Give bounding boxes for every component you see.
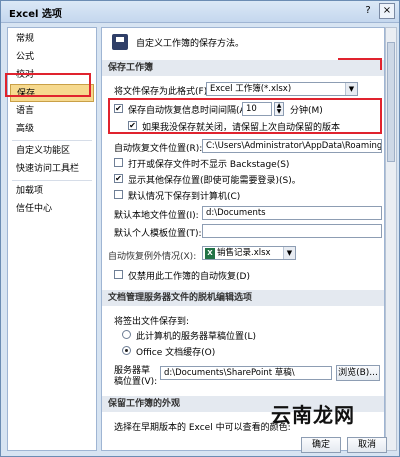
chevron-down-icon: ▼: [345, 83, 357, 95]
excel-file-icon: X: [205, 248, 215, 259]
help-button[interactable]: ?: [361, 3, 375, 19]
chevron-down-icon: ▼: [283, 247, 295, 259]
browse-button[interactable]: 浏览(B)...: [336, 365, 380, 381]
sidebar-item-advanced[interactable]: 高级: [10, 120, 94, 138]
cancel-button[interactable]: 取消: [347, 437, 387, 453]
disable-autorecover-label: 仅禁用此工作簿的自动恢复(D): [128, 272, 250, 282]
scroll-thumb[interactable]: [387, 42, 395, 162]
server-drafts-radio[interactable]: [122, 330, 131, 339]
disable-autorecover-checkbox[interactable]: [114, 270, 123, 279]
autorecover-location-input[interactable]: C:\Users\Administrator\AppData\Roaming\: [202, 139, 382, 153]
header-highlight-box: [338, 58, 382, 70]
show-places-checkbox[interactable]: ✔: [114, 174, 123, 183]
save-highlight-box: [5, 73, 91, 97]
save-format-select[interactable]: Excel 工作簿(*.xlsx) ▼: [206, 82, 358, 96]
sidebar-divider: [12, 140, 92, 141]
default-computer-checkbox[interactable]: [114, 190, 123, 199]
sidebar-item-formulas[interactable]: 公式: [10, 48, 94, 66]
office-cache-label: Office 文档缓存(O): [136, 348, 216, 358]
sidebar-item-addins[interactable]: 加载项: [10, 182, 94, 200]
default-local-label: 默认本地文件位置(I):: [114, 211, 199, 221]
window-title: Excel 选项: [9, 9, 62, 20]
no-backstage-checkbox[interactable]: [114, 158, 123, 167]
server-drafts-label: 此计算机的服务器草稿位置(L): [136, 332, 257, 342]
sidebar-item-general[interactable]: 常规: [10, 30, 94, 48]
exception-workbook-select[interactable]: X 销售记录.xlsx ▼: [202, 246, 296, 260]
server-drafts-location-input[interactable]: d:\Documents\SharePoint 草稿\: [160, 366, 332, 380]
sidebar-item-quick-access[interactable]: 快速访问工具栏: [10, 160, 94, 178]
exception-workbook-value: 销售记录.xlsx: [217, 248, 271, 258]
preserve-colors-text: 选择在早期版本的 Excel 中可以查看的颜色:: [114, 423, 291, 433]
show-places-label: 显示其他保存位置(即使可能需要登录)(S)。: [128, 176, 301, 186]
checkout-label: 将签出文件保存到:: [114, 317, 190, 327]
personal-templates-input[interactable]: [202, 224, 382, 238]
no-backstage-label: 打开或保存文件时不显示 Backstage(S): [128, 160, 290, 170]
server-drafts-location-label: 服务器草稿位置(V):: [114, 366, 158, 387]
sidebar-item-trust-center[interactable]: 信任中心: [10, 200, 94, 218]
page-header: 自定义工作簿的保存方法。: [136, 39, 245, 49]
excel-options-window: Excel 选项 ? × 常规 公式 校对 保存 语言 高级 自定义功能区 快速…: [0, 0, 400, 457]
save-format-value: Excel 工作簿(*.xlsx): [210, 84, 292, 94]
default-computer-label: 默认情况下保存到计算机(C): [128, 192, 241, 202]
autorecover-location-label: 自动恢复文件位置(R):: [114, 144, 203, 154]
autorecover-highlight-box: [108, 98, 382, 134]
close-button[interactable]: ×: [379, 3, 395, 19]
sidebar-item-language[interactable]: 语言: [10, 102, 94, 120]
save-icon: [112, 34, 128, 50]
title-bar: Excel 选项 ? ×: [1, 1, 399, 23]
personal-templates-label: 默认个人模板位置(T):: [114, 229, 202, 239]
sidebar-divider: [12, 180, 92, 181]
default-local-input[interactable]: d:\Documents: [202, 206, 382, 220]
sidebar-item-customize-ribbon[interactable]: 自定义功能区: [10, 142, 94, 160]
office-cache-radio[interactable]: [122, 346, 131, 355]
options-main-panel: 自定义工作簿的保存方法。 保存工作簿 将文件保存为此格式(F): Excel 工…: [101, 27, 385, 451]
main-scrollbar[interactable]: [385, 27, 397, 451]
watermark-logo: 云南龙网: [271, 403, 355, 427]
section-autorecover-exceptions: 自动恢复例外情况(X):: [108, 252, 197, 262]
save-format-label: 将文件保存为此格式(F):: [114, 87, 211, 97]
ok-button[interactable]: 确定: [301, 437, 341, 453]
section-offline-editing: 文档管理服务器文件的脱机编辑选项: [102, 290, 384, 306]
